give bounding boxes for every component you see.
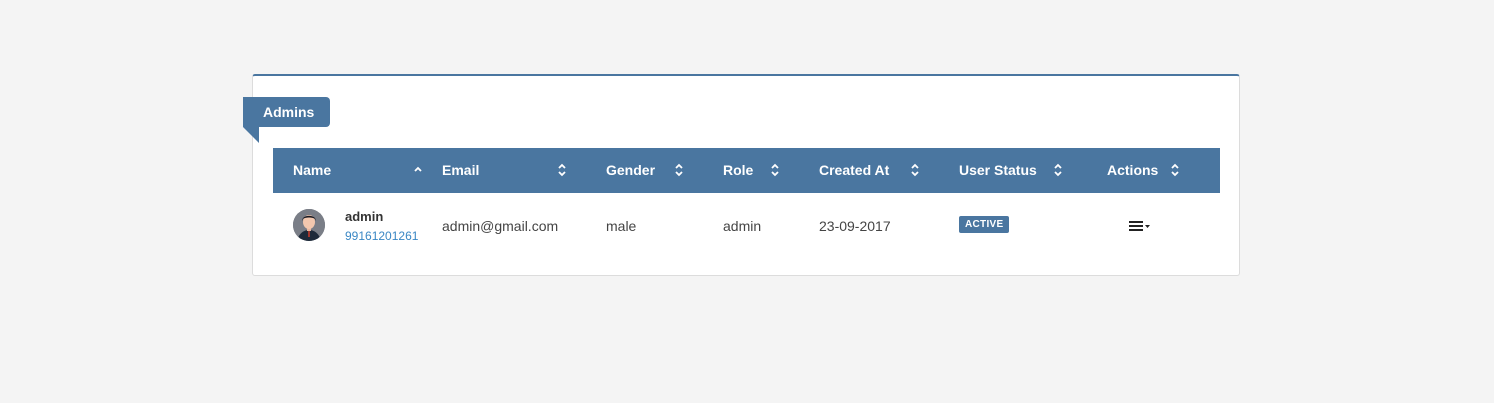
- menu-dropdown-icon[interactable]: [1129, 219, 1153, 233]
- cell-user-status: ACTIVE: [959, 193, 1107, 259]
- cell-actions: [1107, 193, 1220, 259]
- cell-role: admin: [723, 218, 762, 234]
- column-header-name[interactable]: Name: [273, 148, 442, 193]
- sort-ascending-icon[interactable]: [412, 162, 424, 178]
- column-header-actions[interactable]: Actions: [1107, 148, 1220, 193]
- user-phone[interactable]: 99161201261: [345, 229, 418, 243]
- column-header-user-status[interactable]: User Status: [959, 148, 1107, 193]
- column-header-email[interactable]: Email: [442, 148, 606, 193]
- user-name: admin: [345, 209, 384, 224]
- cell-gender: male: [606, 218, 637, 234]
- sort-icon[interactable]: [1169, 162, 1181, 178]
- status-badge: ACTIVE: [959, 216, 1010, 233]
- sort-icon[interactable]: [1052, 162, 1064, 178]
- table-header-row: Name Email Gender Role Created At User S…: [273, 148, 1220, 193]
- cell-email: admin@gmail.com: [442, 218, 559, 234]
- user-avatar-icon: [293, 209, 325, 241]
- column-header-role[interactable]: Role: [723, 148, 819, 193]
- sort-icon[interactable]: [673, 162, 685, 178]
- column-header-gender[interactable]: Gender: [606, 148, 723, 193]
- cell-created-at: 23-09-2017: [819, 218, 891, 234]
- sort-icon[interactable]: [769, 162, 781, 178]
- avatar: [293, 209, 325, 241]
- admins-table: Name Email Gender Role Created At User S…: [273, 148, 1220, 259]
- ribbon-fold: [243, 127, 259, 143]
- column-header-created-at[interactable]: Created At: [819, 148, 959, 193]
- sort-icon[interactable]: [909, 162, 921, 178]
- admins-panel: Admins Name Email Gender Role Created At…: [243, 74, 1240, 276]
- cell-name: admin 99161201261: [273, 193, 442, 259]
- table-row: admin 99161201261 admin@gmail.com male a…: [273, 193, 1220, 259]
- sort-icon[interactable]: [556, 162, 568, 178]
- panel-title: Admins: [243, 97, 331, 127]
